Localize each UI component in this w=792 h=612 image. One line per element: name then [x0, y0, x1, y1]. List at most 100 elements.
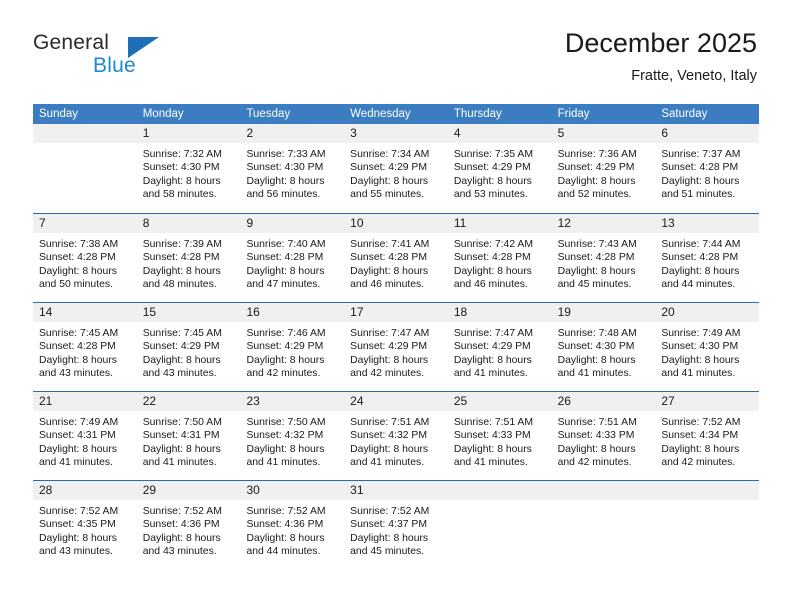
sunrise-text: Sunrise: 7:49 AM: [39, 417, 119, 428]
calendar-day-cell[interactable]: 10 Sunrise: 7:41 AM Sunset: 4:28 PM Dayligh…: [344, 214, 448, 302]
sunset-text: Sunset: 4:32 PM: [246, 430, 324, 442]
sunrise-text: Sunrise: 7:49 AM: [661, 328, 741, 339]
calendar-day-cell[interactable]: 21 Sunrise: 7:49 AM Sunset: 4:31 PM Dayligh…: [33, 392, 137, 480]
sunset-text: Sunset: 4:28 PM: [661, 162, 739, 174]
calendar-day-cell[interactable]: 11 Sunrise: 7:42 AM Sunset: 4:28 PM Dayligh…: [447, 214, 552, 302]
calendar-grid: Sunday Monday Tuesday Wednesday Thursday…: [33, 104, 760, 569]
daylight-text-line1: Daylight: 8 hours: [661, 354, 740, 366]
daylight-text-line1: Daylight: 8 hours: [661, 443, 740, 455]
daylight-text-line2: and 44 minutes.: [661, 279, 736, 291]
daylight-text-line1: Daylight: 8 hours: [350, 443, 429, 455]
calendar-day-cell[interactable]: 5 Sunrise: 7:36 AM Sunset: 4:29 PM Daylight…: [551, 124, 656, 213]
day-number: 29: [136, 481, 241, 500]
day-details: Sunrise: 7:50 AM Sunset: 4:32 PM Daylight:…: [240, 411, 344, 470]
sunset-text: Sunset: 4:34 PM: [661, 430, 739, 442]
sunrise-text: Sunrise: 7:50 AM: [142, 417, 222, 428]
logo-text-blue: Blue: [93, 54, 136, 77]
sunset-text: Sunset: 4:33 PM: [453, 430, 531, 442]
calendar-day-cell[interactable]: 13 Sunrise: 7:44 AM Sunset: 4:28 PM Dayligh…: [655, 214, 760, 302]
daylight-text-line1: Daylight: 8 hours: [557, 443, 636, 455]
daylight-text-line2: and 42 minutes.: [350, 368, 425, 380]
daylight-text-line1: Daylight: 8 hours: [142, 532, 221, 544]
calendar-day-cell[interactable]: 28 Sunrise: 7:52 AM Sunset: 4:35 PM Dayligh…: [33, 481, 137, 569]
weekday-header-tuesday: Tuesday: [246, 108, 291, 120]
calendar-day-cell[interactable]: 22 Sunrise: 7:50 AM Sunset: 4:31 PM Dayligh…: [136, 392, 241, 480]
daylight-text-line2: and 47 minutes.: [246, 279, 321, 291]
sunset-text: Sunset: 4:29 PM: [350, 162, 427, 174]
calendar-day-cell[interactable]: 31 Sunrise: 7:52 AM Sunset: 4:37 PM Dayligh…: [344, 481, 448, 569]
calendar-day-cell[interactable]: 7 Sunrise: 7:38 AM Sunset: 4:28 PM Daylight…: [33, 214, 137, 302]
calendar-day-cell[interactable]: 24 Sunrise: 7:51 AM Sunset: 4:32 PM Dayligh…: [344, 392, 448, 480]
day-details: Sunrise: 7:39 AM Sunset: 4:28 PM Daylight:…: [137, 233, 241, 292]
weekday-header-friday: Friday: [557, 108, 590, 120]
weekday-header-wednesday: Wednesday: [350, 108, 411, 120]
calendar-day-cell[interactable]: 1 Sunrise: 7:32 AM Sunset: 4:30 PM Daylight…: [136, 124, 241, 213]
daylight-text-line1: Daylight: 8 hours: [39, 265, 117, 277]
calendar-day-cell[interactable]: 3 Sunrise: 7:34 AM Sunset: 4:29 PM Daylight…: [344, 124, 448, 213]
daylight-text-line2: and 45 minutes.: [557, 279, 632, 291]
day-number: 10: [344, 214, 448, 233]
day-details: Sunrise: 7:47 AM Sunset: 4:29 PM Daylight:…: [448, 322, 552, 381]
daylight-text-line2: and 41 minutes.: [661, 368, 736, 380]
sunrise-text: Sunrise: 7:52 AM: [39, 506, 119, 517]
day-details: Sunrise: 7:52 AM Sunset: 4:36 PM Daylight:…: [137, 500, 241, 559]
calendar-day-cell[interactable]: 15 Sunrise: 7:45 AM Sunset: 4:29 PM Dayligh…: [136, 303, 241, 391]
title-block: December 2025 Fratte, Veneto, Italy: [565, 26, 757, 85]
daylight-text-line2: and 41 minutes.: [142, 457, 217, 469]
calendar-day-cell[interactable]: 27 Sunrise: 7:52 AM Sunset: 4:34 PM Dayligh…: [655, 392, 760, 480]
calendar-day-cell[interactable]: 6 Sunrise: 7:37 AM Sunset: 4:28 PM Daylight…: [655, 124, 760, 213]
day-number: 12: [551, 214, 656, 233]
calendar-day-cell[interactable]: 4 Sunrise: 7:35 AM Sunset: 4:29 PM Daylight…: [447, 124, 552, 213]
daylight-text-line2: and 41 minutes.: [453, 368, 528, 380]
calendar-day-cell[interactable]: 30 Sunrise: 7:52 AM Sunset: 4:36 PM Dayligh…: [240, 481, 345, 569]
daylight-text-line1: Daylight: 8 hours: [142, 265, 221, 277]
weekday-header-sunday: Sunday: [39, 108, 79, 120]
day-number: 22: [136, 392, 241, 411]
calendar-day-cell[interactable]: 9 Sunrise: 7:40 AM Sunset: 4:28 PM Daylight…: [240, 214, 345, 302]
calendar-day-cell[interactable]: 12 Sunrise: 7:43 AM Sunset: 4:28 PM Dayligh…: [551, 214, 656, 302]
daylight-text-line1: Daylight: 8 hours: [557, 175, 636, 187]
calendar-day-cell[interactable]: 19 Sunrise: 7:48 AM Sunset: 4:30 PM Dayligh…: [551, 303, 656, 391]
sunrise-text: Sunrise: 7:34 AM: [350, 149, 430, 160]
sunset-text: Sunset: 4:29 PM: [453, 162, 531, 174]
calendar-day-cell[interactable]: 18 Sunrise: 7:47 AM Sunset: 4:29 PM Dayligh…: [447, 303, 552, 391]
calendar-day-cell[interactable]: 25 Sunrise: 7:51 AM Sunset: 4:33 PM Dayligh…: [447, 392, 552, 480]
sunset-text: Sunset: 4:29 PM: [142, 341, 220, 353]
calendar-day-cell[interactable]: 20 Sunrise: 7:49 AM Sunset: 4:30 PM Dayligh…: [655, 303, 760, 391]
calendar-day-cell[interactable]: 23 Sunrise: 7:50 AM Sunset: 4:32 PM Dayligh…: [240, 392, 345, 480]
general-blue-logo[interactable]: General Blue: [33, 26, 213, 84]
sunset-text: Sunset: 4:35 PM: [39, 519, 116, 531]
day-number: 13: [655, 214, 760, 233]
page-title: December 2025: [564, 28, 757, 58]
daylight-text-line2: and 41 minutes.: [350, 457, 425, 469]
day-details: Sunrise: 7:34 AM Sunset: 4:29 PM Daylight:…: [344, 143, 448, 202]
day-number: 14: [33, 303, 137, 322]
sunrise-text: Sunrise: 7:32 AM: [142, 149, 222, 160]
daylight-text-line2: and 51 minutes.: [661, 189, 736, 201]
daylight-text-line1: Daylight: 8 hours: [246, 532, 325, 544]
sunset-text: Sunset: 4:28 PM: [557, 252, 635, 264]
sunrise-text: Sunrise: 7:52 AM: [142, 506, 222, 517]
calendar-day-cell[interactable]: 17 Sunrise: 7:47 AM Sunset: 4:29 PM Dayligh…: [344, 303, 448, 391]
daylight-text-line1: Daylight: 8 hours: [661, 175, 740, 187]
daylight-text-line2: and 46 minutes.: [453, 279, 528, 291]
calendar-day-cell[interactable]: 8 Sunrise: 7:39 AM Sunset: 4:28 PM Daylight…: [136, 214, 241, 302]
daylight-text-line2: and 58 minutes.: [142, 189, 217, 201]
weekday-header-monday: Monday: [142, 108, 184, 120]
daylight-text-line2: and 41 minutes.: [453, 457, 528, 469]
calendar-day-cell[interactable]: 2 Sunrise: 7:33 AM Sunset: 4:30 PM Daylight…: [240, 124, 345, 213]
calendar-day-cell[interactable]: 29 Sunrise: 7:52 AM Sunset: 4:36 PM Dayligh…: [136, 481, 241, 569]
day-details: Sunrise: 7:49 AM Sunset: 4:30 PM Daylight:…: [655, 322, 759, 381]
day-details: Sunrise: 7:52 AM Sunset: 4:35 PM Daylight:…: [33, 500, 137, 559]
day-details: Sunrise: 7:37 AM Sunset: 4:28 PM Daylight:…: [655, 143, 759, 202]
calendar-day-cell[interactable]: 14 Sunrise: 7:45 AM Sunset: 4:28 PM Dayligh…: [33, 303, 137, 391]
daylight-text-line2: and 41 minutes.: [246, 457, 321, 469]
day-details: Sunrise: 7:42 AM Sunset: 4:28 PM Daylight:…: [448, 233, 552, 292]
daylight-text-line1: Daylight: 8 hours: [142, 175, 221, 187]
sunrise-text: Sunrise: 7:33 AM: [246, 149, 326, 160]
calendar-day-cell[interactable]: 16 Sunrise: 7:46 AM Sunset: 4:29 PM Dayligh…: [240, 303, 345, 391]
daylight-text-line2: and 52 minutes.: [557, 189, 632, 201]
sunrise-text: Sunrise: 7:44 AM: [661, 239, 741, 250]
calendar-day-cell[interactable]: 26 Sunrise: 7:51 AM Sunset: 4:33 PM Dayligh…: [551, 392, 656, 480]
sunrise-text: Sunrise: 7:38 AM: [39, 239, 119, 250]
